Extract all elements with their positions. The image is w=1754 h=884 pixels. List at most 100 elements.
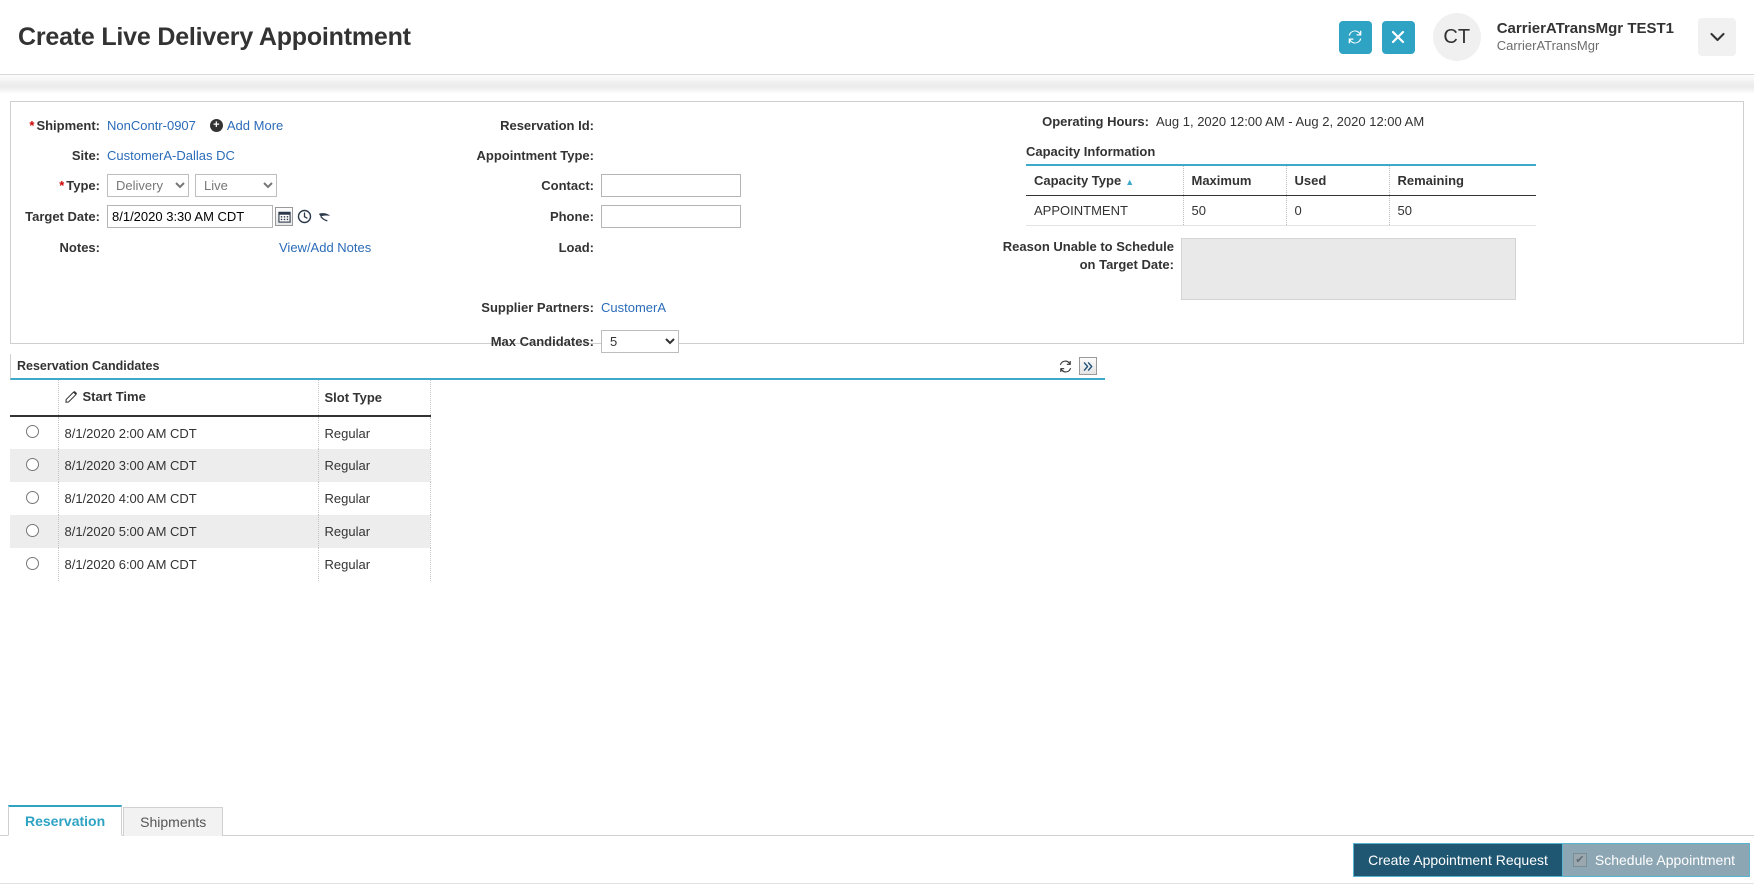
candidates-refresh-button[interactable] <box>1058 359 1073 374</box>
schedule-appointment-button[interactable]: ✔ Schedule Appointment <box>1563 843 1750 877</box>
target-date-label: Target Date: <box>11 209 107 224</box>
reason-unable-textarea[interactable] <box>1181 238 1516 300</box>
target-date-input[interactable] <box>107 205 273 228</box>
reservation-candidates-header: Reservation Candidates <box>10 354 1105 380</box>
table-row[interactable]: 8/1/2020 3:00 AM CDT Regular <box>10 449 430 482</box>
type-select[interactable]: Delivery <box>107 174 189 197</box>
row-select-cell[interactable] <box>10 515 58 548</box>
create-appointment-request-button[interactable]: Create Appointment Request <box>1353 843 1563 877</box>
timezone-button[interactable] <box>315 207 333 226</box>
row-slot-type: Regular <box>318 449 430 482</box>
phone-label: Phone: <box>431 209 601 224</box>
candidate-radio[interactable] <box>26 458 39 471</box>
candidates-col-slot-type[interactable]: Slot Type <box>318 380 430 416</box>
max-candidates-row: Max Candidates: 5 <box>431 330 971 353</box>
form-column-left: *Shipment: NonContr-0907 + Add More Site… <box>11 102 431 343</box>
row-select-cell[interactable] <box>10 548 58 581</box>
candidate-radio[interactable] <box>26 524 39 537</box>
max-candidates-select[interactable]: 5 <box>601 330 679 353</box>
load-label: Load: <box>431 240 601 255</box>
user-name: CarrierATransMgr TEST1 <box>1497 19 1674 39</box>
capacity-col-maximum[interactable]: Maximum <box>1183 165 1286 196</box>
row-start-time: 8/1/2020 4:00 AM CDT <box>58 482 318 515</box>
tab-shipments[interactable]: Shipments <box>123 807 223 836</box>
operating-hours-value: Aug 1, 2020 12:00 AM - Aug 2, 2020 12:00… <box>1156 114 1424 129</box>
table-row[interactable]: 8/1/2020 4:00 AM CDT Regular <box>10 482 430 515</box>
row-start-time: 8/1/2020 6:00 AM CDT <box>58 548 318 581</box>
timezone-icon <box>317 209 332 224</box>
row-slot-type: Regular <box>318 482 430 515</box>
table-row[interactable]: 8/1/2020 5:00 AM CDT Regular <box>10 515 430 548</box>
time-picker-button[interactable] <box>295 207 313 226</box>
close-button[interactable] <box>1382 21 1415 54</box>
mode-select[interactable]: Live <box>195 174 277 197</box>
refresh-icon <box>1058 359 1073 374</box>
reservation-id-row: Reservation Id: <box>431 114 971 136</box>
notes-row: Notes: View/Add Notes <box>11 236 431 258</box>
supplier-partners-row: Supplier Partners: CustomerA <box>431 296 971 318</box>
table-row[interactable]: 8/1/2020 2:00 AM CDT Regular <box>10 416 430 449</box>
appointment-type-label: Appointment Type: <box>431 148 601 163</box>
view-add-notes-link[interactable]: View/Add Notes <box>279 240 371 255</box>
site-row: Site: CustomerA-Dallas DC <box>11 144 431 166</box>
table-row[interactable]: 8/1/2020 6:00 AM CDT Regular <box>10 548 430 581</box>
capacity-col-remaining[interactable]: Remaining <box>1389 165 1536 196</box>
capacity-col-used[interactable]: Used <box>1286 165 1389 196</box>
calendar-picker-button[interactable] <box>275 207 293 226</box>
supplier-partners-label: Supplier Partners: <box>431 300 601 315</box>
toolbar-gradient-strip <box>0 75 1754 95</box>
table-row: APPOINTMENT 50 0 50 <box>1026 196 1536 226</box>
sort-ascending-icon: ▲ <box>1125 177 1134 187</box>
candidate-radio[interactable] <box>26 491 39 504</box>
schedule-appointment-label: Schedule Appointment <box>1595 852 1735 868</box>
user-role: CarrierATransMgr <box>1497 38 1674 55</box>
required-marker: * <box>59 178 64 193</box>
reservation-candidates-tools <box>1058 357 1097 375</box>
add-more-button[interactable]: + Add More <box>210 118 283 133</box>
contact-input[interactable] <box>601 174 741 197</box>
row-select-cell[interactable] <box>10 482 58 515</box>
candidates-header-row: Start Time Slot Type <box>10 380 430 416</box>
capacity-cell-remaining: 50 <box>1389 196 1536 226</box>
refresh-button[interactable] <box>1339 21 1372 54</box>
add-more-label: Add More <box>227 118 283 133</box>
candidate-radio[interactable] <box>26 557 39 570</box>
supplier-partners-link[interactable]: CustomerA <box>601 300 666 315</box>
operating-hours-row: Operating Hours: Aug 1, 2020 12:00 AM - … <box>971 114 1743 129</box>
candidate-radio[interactable] <box>26 425 39 438</box>
user-menu-button[interactable] <box>1698 18 1736 56</box>
phone-row: Phone: <box>431 205 971 228</box>
required-marker: * <box>29 118 34 133</box>
load-row: Load: <box>431 236 971 258</box>
candidates-col-select <box>10 380 58 416</box>
phone-input[interactable] <box>601 205 741 228</box>
shipment-value-link[interactable]: NonContr-0907 <box>107 118 196 133</box>
close-icon <box>1391 30 1405 44</box>
page-footer: Reservation Shipments Create Appointment… <box>0 806 1754 884</box>
row-select-cell[interactable] <box>10 416 58 449</box>
edit-pencil-icon <box>65 390 78 406</box>
capacity-col-type[interactable]: Capacity Type▲ <box>1026 165 1183 196</box>
target-date-row: Target Date: <box>11 205 431 228</box>
appointment-type-row: Appointment Type: <box>431 144 971 166</box>
plus-icon: + <box>210 119 223 132</box>
type-row: *Type: Delivery Live <box>11 174 431 197</box>
tab-reservation[interactable]: Reservation <box>8 805 122 836</box>
operating-hours-label: Operating Hours: <box>971 114 1156 129</box>
reason-unable-row: Reason Unable to Schedule on Target Date… <box>971 238 1743 300</box>
reason-unable-label: Reason Unable to Schedule on Target Date… <box>971 238 1181 300</box>
capacity-cell-maximum: 50 <box>1183 196 1286 226</box>
capacity-information-title: Capacity Information <box>1026 144 1743 159</box>
site-value-link[interactable]: CustomerA-Dallas DC <box>107 148 235 163</box>
double-chevron-right-icon <box>1083 361 1094 372</box>
type-label: *Type: <box>11 178 107 193</box>
form-column-middle: Reservation Id: Appointment Type: Contac… <box>431 102 971 343</box>
candidates-expand-button[interactable] <box>1079 357 1097 375</box>
chevron-down-icon <box>1710 32 1725 42</box>
candidates-col-start-time[interactable]: Start Time <box>58 380 318 416</box>
clock-icon <box>297 209 312 224</box>
row-select-cell[interactable] <box>10 449 58 482</box>
refresh-icon <box>1347 29 1363 45</box>
form-column-right: Operating Hours: Aug 1, 2020 12:00 AM - … <box>971 102 1743 343</box>
capacity-header-row: Capacity Type▲ Maximum Used Remaining <box>1026 165 1536 196</box>
